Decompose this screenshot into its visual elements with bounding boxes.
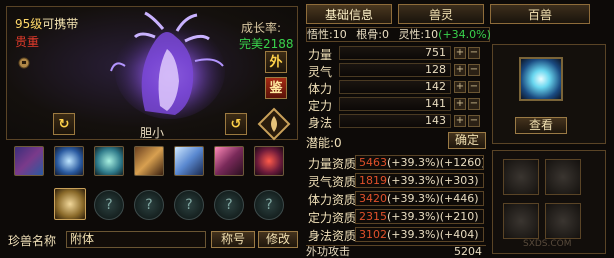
diamond-icon[interactable] [257, 107, 291, 141]
aptitude-label: 力量资质 [308, 157, 357, 171]
attr-value: 143 [339, 114, 451, 128]
title-button[interactable]: 称号 [211, 231, 255, 248]
pet-name-input[interactable]: 附体 [66, 231, 206, 248]
attr-value: 141 [339, 97, 451, 111]
empty-skill-slot[interactable]: ? [254, 190, 284, 220]
skill-icon[interactable] [254, 146, 284, 176]
spirit-panel: 查看 [492, 44, 606, 144]
plus-button[interactable]: + [454, 47, 466, 59]
attr-label: 定力 [308, 99, 333, 113]
view-button[interactable]: 查看 [515, 117, 567, 134]
aptitude-value: 5463(+39.3%)(+1260) [355, 155, 484, 170]
armor-slot-icon[interactable] [503, 203, 539, 239]
tab-basic-info[interactable]: 基础信息 [306, 4, 392, 24]
skill-bar [14, 146, 294, 182]
pet-display-panel: 95级可携带 贵重 成长率: 完美2188 外 鉴 ↻ ↺ 胆小 [6, 6, 298, 141]
pet-rarity: 贵重 [15, 35, 40, 49]
pet-name: 胆小 [140, 126, 165, 140]
skill-slot-bar: ? ? ? ? ? [14, 188, 294, 224]
skill-icon[interactable] [14, 146, 44, 176]
pet-model [105, 11, 235, 119]
skill-icon[interactable] [174, 146, 204, 176]
watermark: SXDS.COM [523, 239, 572, 249]
attr-value: 142 [339, 80, 451, 94]
skill-icon[interactable] [94, 146, 124, 176]
appraise-button[interactable]: 鉴 [265, 77, 287, 99]
pet-name-label: 珍兽名称 [8, 234, 57, 248]
aptitude-value: 3420(+39.3%)(+446) [355, 191, 484, 206]
empty-skill-slot[interactable]: ? [94, 190, 124, 220]
skill-icon[interactable] [54, 146, 84, 176]
potential: 潜能:0 [306, 136, 342, 150]
attr-value: 751 [339, 46, 451, 60]
skill-icon[interactable] [134, 146, 164, 176]
minus-button[interactable]: − [468, 115, 480, 127]
minus-button[interactable]: − [468, 81, 480, 93]
innate-stats: 悟性:10 根骨:0 灵性:10(+34.0%) [306, 27, 491, 42]
lock-icon[interactable] [17, 55, 31, 69]
attr-value: 128 [339, 63, 451, 77]
attr-label: 灵气 [308, 65, 333, 79]
pet-level: 95级可携带 [15, 17, 79, 31]
skill-icon[interactable] [214, 146, 244, 176]
rotate-left-button[interactable]: ↻ [53, 113, 75, 135]
plus-button[interactable]: + [454, 64, 466, 76]
claw-slot-icon[interactable] [503, 159, 539, 195]
aptitude-value: 2315(+39.3%)(+210) [355, 209, 484, 224]
aptitude-label: 定力资质 [308, 211, 357, 225]
rotate-right-button[interactable]: ↺ [225, 113, 247, 135]
tab-hundred-beasts[interactable]: 百兽 [490, 4, 590, 24]
ring-slot-icon[interactable] [545, 203, 581, 239]
outer-button[interactable]: 外 [265, 51, 287, 73]
aptitude-label: 体力资质 [308, 193, 357, 207]
modify-button[interactable]: 修改 [258, 231, 298, 248]
minus-button[interactable]: − [468, 98, 480, 110]
tab-beast-spirit[interactable]: 兽灵 [398, 4, 484, 24]
confirm-button[interactable]: 确定 [448, 132, 486, 149]
minus-button[interactable]: − [468, 47, 480, 59]
equipment-panel: SXDS.COM [492, 150, 606, 254]
attr-label: 力量 [308, 48, 333, 62]
aptitude-label: 身法资质 [308, 229, 357, 243]
growth-label: 成长率: [241, 21, 282, 35]
plus-button[interactable]: + [454, 98, 466, 110]
empty-skill-slot[interactable]: ? [214, 190, 244, 220]
attr-label: 体力 [308, 82, 333, 96]
empty-skill-slot[interactable]: ? [174, 190, 204, 220]
empty-skill-slot[interactable]: ? [134, 190, 164, 220]
attr-label: 身法 [308, 116, 333, 130]
aptitude-label: 灵气资质 [308, 175, 357, 189]
aptitude-value: 3102(+39.3%)(+404) [355, 227, 484, 242]
plus-button[interactable]: + [454, 115, 466, 127]
minus-button[interactable]: − [468, 64, 480, 76]
horn-slot-icon[interactable] [545, 159, 581, 195]
active-skill-icon[interactable] [54, 188, 86, 220]
outer-attack-row: 外功攻击 5204 [306, 245, 486, 258]
growth-value: 完美2188 [239, 37, 294, 51]
spirit-icon[interactable] [519, 57, 563, 101]
aptitude-value: 1819(+39.3%)(+303) [355, 173, 484, 188]
plus-button[interactable]: + [454, 81, 466, 93]
